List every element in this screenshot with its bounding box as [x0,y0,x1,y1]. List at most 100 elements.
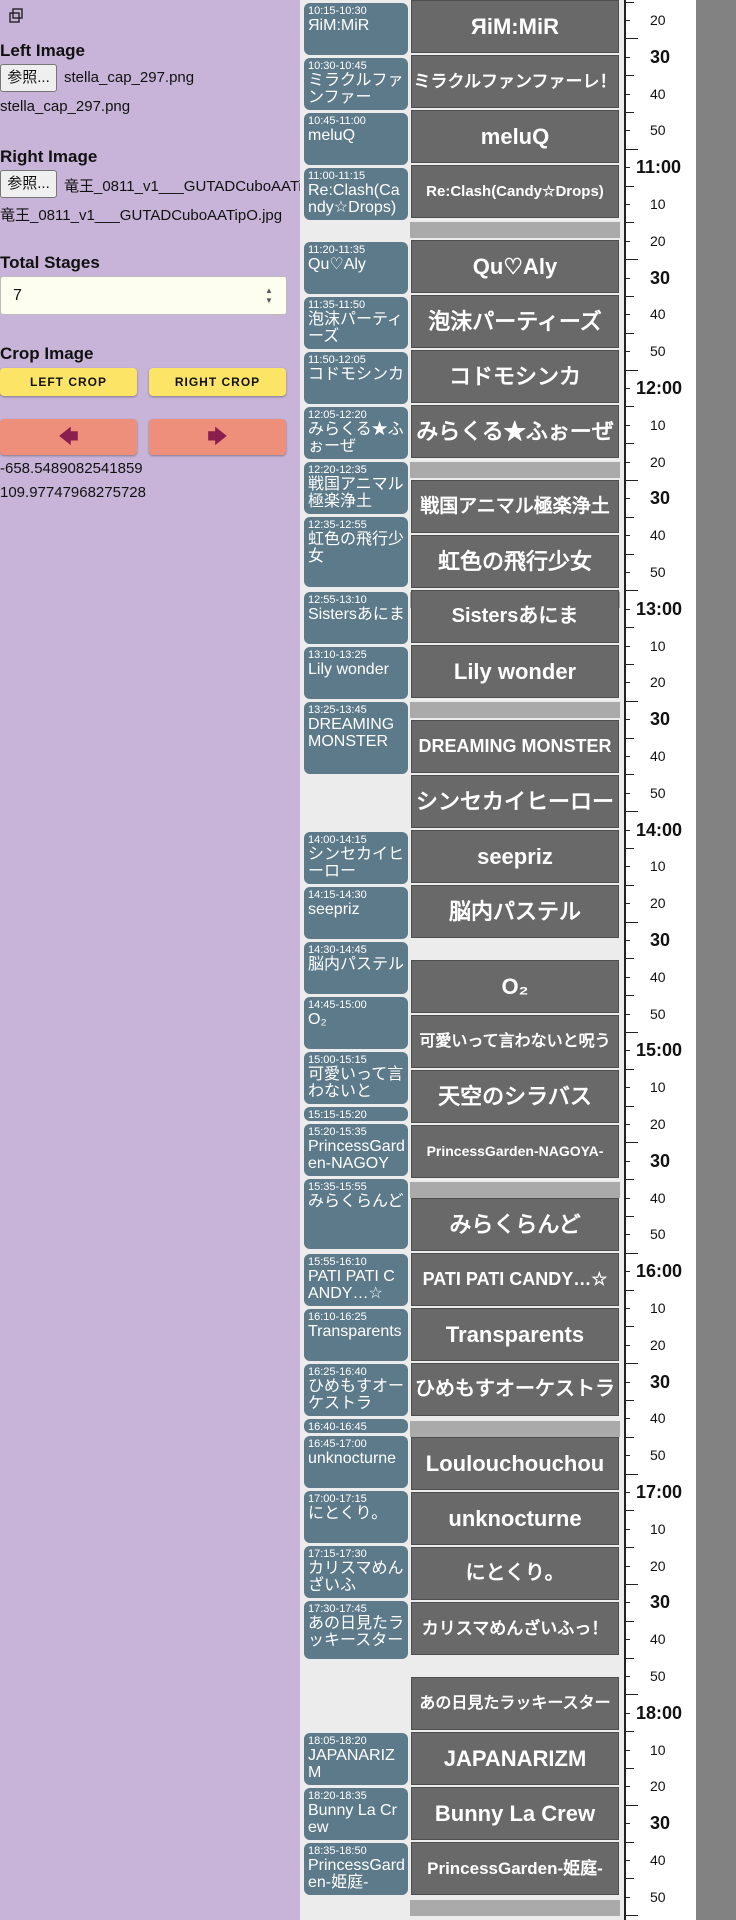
performer-card[interactable]: 18:35-18:50 PrincessGarden-姫庭- [304,1843,408,1895]
performer-card[interactable]: 12:55-13:10 Sistersあにま [304,592,408,644]
coord-x: -658.5489082541859 [0,460,143,477]
stage-block[interactable]: ЯiM:MiR [411,0,619,53]
performer-card[interactable]: 16:40-16:45 [304,1419,408,1433]
stepper-icon[interactable]: ▲ ▼ [262,286,276,306]
ruler-tick [624,57,630,58]
ruler-label: 11:00 [636,157,682,177]
stage-block[interactable]: PATI PATI CANDY…☆ [411,1253,619,1306]
ruler-tick [624,278,630,279]
ruler-label: 10 [650,196,666,212]
performer-card[interactable]: 14:15-14:30 seepriz [304,887,408,939]
stage-block[interactable]: 可愛いって言わないと呪う [411,1015,619,1068]
stage-block[interactable]: シンセカイヒーロー [411,775,619,828]
performer-card[interactable]: 17:00-17:15 にとくり。 [304,1491,408,1543]
stage-block[interactable]: 虹色の飛行少女 [411,535,619,588]
stage-block[interactable]: にとくり。 [411,1547,619,1600]
right-image-browse-button[interactable]: 参照... [0,170,57,198]
performer-card[interactable]: 11:00-11:15 Re:Clash(Candy☆Drops) [304,168,408,220]
stage-block[interactable]: Bunny La Crew [411,1787,619,1840]
performer-card[interactable]: 15:55-16:10 PATI PATI CANDY…☆ [304,1254,408,1306]
performer-card[interactable]: 16:25-16:40 ひめもすオーケストラ [304,1364,408,1416]
performer-card[interactable]: 16:10-16:25 Transparents [304,1309,408,1361]
performer-card[interactable]: 12:05-12:20 みらくる★ふぉーぜ [304,407,408,459]
stage-block[interactable]: カリスマめんざいふっ！ [411,1602,619,1655]
stage-block[interactable]: Qu♡Aly [411,240,619,293]
performer-card[interactable]: 12:20-12:35 戦国アニマル極楽浄土 [304,462,408,514]
performer-card[interactable]: 10:30-10:45 ミラクルファンファー [304,58,408,110]
stage-block[interactable]: PrincessGarden-NAGOYA- [411,1125,619,1178]
ruler-label: 10 [650,858,666,874]
performer-card[interactable]: 16:45-17:00 unknocturne [304,1436,408,1488]
copy-icon[interactable] [8,8,24,24]
card-time: 12:05-12:20 [308,409,367,421]
stage-block[interactable]: 泡沫パーティーズ [411,295,619,348]
performer-card[interactable]: 18:20-18:35 Bunny La Crew [304,1788,408,1840]
left-image-browse-button[interactable]: 参照... [0,64,57,92]
scroll-strip[interactable] [696,0,736,1920]
performer-card[interactable]: 15:35-15:55 みらくらんど [304,1179,408,1249]
stage-block[interactable]: Transparents [411,1308,619,1361]
stage-block[interactable]: meluQ [411,110,619,163]
stage-block[interactable]: Loulouchouchou [411,1437,619,1490]
stage-block[interactable]: 脳内パステル [411,885,619,938]
left-crop-button[interactable]: LEFT CROP [0,368,137,396]
stage-block[interactable]: Re:Clash(Candy☆Drops) [411,165,619,218]
stage-block[interactable]: 天空のシラバス [411,1070,619,1123]
stage-block[interactable]: 戦国アニマル極楽浄土 [411,480,619,533]
stage-block[interactable]: PrincessGarden-姫庭- [411,1842,619,1895]
performer-card[interactable]: 15:20-15:35 PrincessGarden-NAGOY [304,1124,408,1176]
performer-card[interactable]: 15:00-15:15 可愛いって言わないと [304,1052,408,1104]
performer-card[interactable]: 17:30-17:45 あの日見たラッキースター [304,1601,408,1659]
right-image-file-display: 竜王_0811_v1___GUTADCuboAATipO.jpg [0,207,283,224]
prev-button[interactable]: 🡄 [0,419,137,455]
performer-card[interactable]: 14:30-14:45 脳内パステル [304,942,408,994]
stage-block[interactable]: seepriz [411,830,619,883]
stage-block[interactable]: ミラクルファンファーレ！ [411,55,619,108]
card-time: 12:20-12:35 [308,464,367,476]
performer-card[interactable]: 13:25-13:45 DREAMING MONSTER [304,702,408,774]
ruler-tick [624,1768,634,1769]
ruler-tick [624,1602,630,1603]
ruler-label: 20 [650,1337,666,1353]
stage-block[interactable]: あの日見たラッキースター [411,1677,619,1730]
stage-block[interactable]: みらくらんど [411,1198,619,1251]
next-button[interactable]: 🡆 [149,419,286,455]
ruler-label: 30 [650,488,671,508]
stage-block[interactable]: unknocturne [411,1492,619,1545]
ruler-tick [624,1474,638,1475]
performer-card[interactable]: 14:45-15:00 O₂ [304,997,408,1049]
ruler-tick [624,1326,634,1327]
stage-block[interactable]: Sistersあにま [411,590,619,643]
ruler-tick [624,425,630,426]
stage-block[interactable]: JAPANARIZM [411,1732,619,1785]
ruler-tick [624,2,634,3]
performer-card[interactable]: 12:35-12:55 虹色の飛行少女 [304,517,408,587]
performer-card[interactable]: 10:15-10:30 ЯiM:MiR [304,3,408,55]
stage-block[interactable]: DREAMING MONSTER [411,720,619,773]
performer-card[interactable]: 11:20-11:35 Qu♡Aly [304,242,408,294]
total-stages-input[interactable]: 7 ▲ ▼ [0,276,287,315]
card-time: 14:15-14:30 [308,889,367,901]
ruler-label: 10 [650,1300,666,1316]
performer-card[interactable]: 10:45-11:00 meluQ [304,113,408,165]
performer-card[interactable]: 14:00-14:15 シンセカイヒーロー [304,832,408,884]
card-name: Bunny La Crew [308,1802,397,1836]
ruler-axis [624,0,626,1920]
performer-card[interactable]: 13:10-13:25 Lily wonder [304,647,408,699]
ruler-tick [624,38,638,39]
stage-block[interactable]: O₂ [411,960,619,1013]
performer-card[interactable]: 11:35-11:50 泡沫パーティーズ [304,297,408,349]
stage-block[interactable]: コドモシンカ [411,350,619,403]
card-time: 11:20-11:35 [308,244,366,256]
performer-card[interactable]: 15:15-15:20 [304,1107,408,1121]
card-time: 16:10-16:25 [308,1311,367,1323]
ruler-tick [624,1216,634,1217]
stage-block[interactable]: みらくる★ふぉーぜ [411,405,619,458]
performer-card[interactable]: 11:50-12:05 コドモシンカ [304,352,408,404]
performer-card[interactable]: 18:05-18:20 JAPANARIZM [304,1733,408,1785]
stage-block[interactable]: ひめもすオーケストラ [411,1363,619,1416]
stage-block[interactable]: Lily wonder [411,645,619,698]
ruler-tick [624,167,630,168]
right-crop-button[interactable]: RIGHT CROP [149,368,286,396]
performer-card[interactable]: 17:15-17:30 カリスマめんざいふ [304,1546,408,1598]
